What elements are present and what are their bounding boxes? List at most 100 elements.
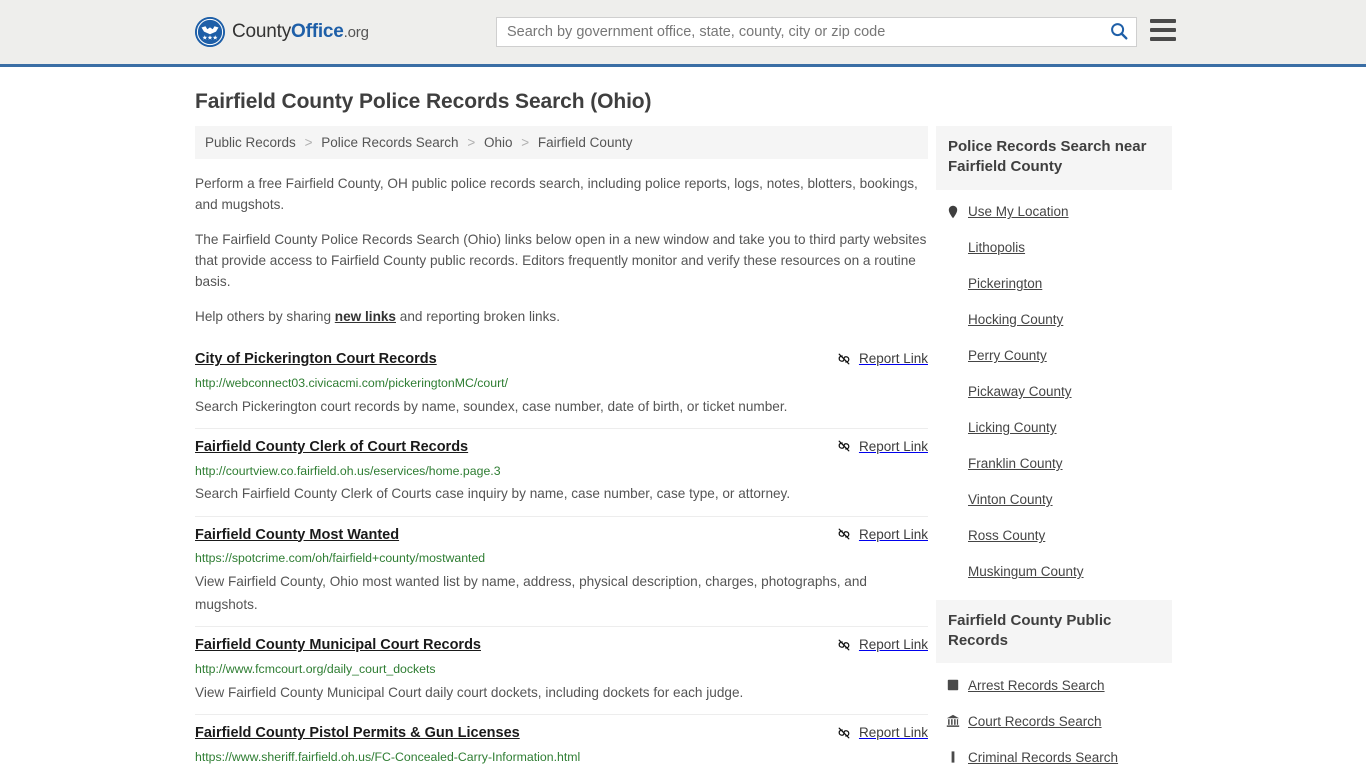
link-item: Fairfield County Clerk of Court Records R… — [195, 429, 928, 517]
breadcrumb-separator: > — [304, 135, 313, 150]
sidebar-nearby-item[interactable]: Franklin County — [946, 446, 1172, 482]
search-bar[interactable] — [496, 17, 1137, 47]
document-icon — [946, 750, 960, 764]
link-item: Fairfield County Pistol Permits & Gun Li… — [195, 715, 928, 768]
sidebar-nearby-item[interactable]: Lithopolis — [946, 230, 1172, 266]
sidebar-nearby-link[interactable]: Franklin County — [968, 456, 1063, 471]
report-link-button[interactable]: Report Link — [837, 635, 928, 652]
hamburger-menu-icon[interactable] — [1150, 19, 1176, 41]
sidebar-nearby-link[interactable]: Licking County — [968, 420, 1057, 435]
intro-p3-after: and reporting broken links. — [396, 309, 560, 325]
link-title[interactable]: Fairfield County Pistol Permits & Gun Li… — [195, 723, 520, 745]
link-item-header: Fairfield County Municipal Court Records… — [195, 635, 928, 657]
sidebar-nearby-list: Use My Location Lithopolis Pickerington Hoc… — [936, 190, 1172, 590]
broken-link-icon — [837, 352, 851, 366]
sidebar-nearby-link[interactable]: Perry County — [968, 348, 1047, 363]
sidebar-public-records-link[interactable]: Arrest Records Search — [968, 678, 1105, 693]
courthouse-icon — [946, 714, 960, 728]
link-url[interactable]: https://spotcrime.com/oh/fairfield+count… — [195, 549, 928, 567]
main-column: Public Records > Police Records Search >… — [195, 126, 928, 768]
hamburger-bar — [1150, 37, 1176, 41]
search-button[interactable] — [1102, 18, 1136, 46]
link-title[interactable]: City of Pickerington Court Records — [195, 349, 437, 371]
intro-paragraph-3: Help others by sharing new links and rep… — [195, 306, 928, 327]
content-columns: Public Records > Police Records Search >… — [195, 126, 1172, 768]
report-link-button[interactable]: Report Link — [837, 437, 928, 454]
report-link-label: Report Link — [858, 637, 928, 653]
search-input[interactable] — [497, 18, 1102, 46]
link-url[interactable]: http://www.fcmcourt.org/daily_court_dock… — [195, 660, 928, 678]
link-item: City of Pickerington Court Records Report… — [195, 341, 928, 429]
link-item-header: Fairfield County Clerk of Court Records R… — [195, 437, 928, 459]
logo-prefix: County — [232, 21, 292, 42]
sidebar-public-records-item[interactable]: Arrest Records Search — [946, 667, 1172, 703]
link-url[interactable]: http://webconnect03.civicacmi.com/picker… — [195, 374, 928, 392]
link-description: View Fairfield County Municipal Court da… — [195, 684, 744, 700]
sidebar-public-records-item[interactable]: Criminal Records Search — [946, 739, 1172, 768]
link-title[interactable]: Fairfield County Clerk of Court Records — [195, 437, 468, 459]
report-link-label: Report Link — [858, 351, 928, 367]
intro-paragraph-1: Perform a free Fairfield County, OH publ… — [195, 176, 918, 213]
sidebar-nearby-link[interactable]: Vinton County — [968, 492, 1053, 507]
search-icon — [1110, 22, 1128, 43]
sidebar-public-records-link[interactable]: Criminal Records Search — [968, 750, 1118, 765]
link-results-list: City of Pickerington Court Records Report… — [195, 341, 928, 768]
link-title[interactable]: Fairfield County Most Wanted — [195, 525, 399, 547]
report-link-label: Report Link — [858, 725, 928, 740]
sidebar: Police Records Search near Fairfield Cou… — [936, 126, 1172, 768]
report-link-button[interactable]: Report Link — [837, 723, 928, 740]
page-body: Fairfield County Police Records Search (… — [0, 90, 1366, 768]
link-description: Search Pickerington court records by nam… — [195, 398, 788, 414]
breadcrumb-separator: > — [467, 135, 476, 150]
breadcrumb-item-police-records-search[interactable]: Police Records Search — [321, 135, 458, 150]
site-header: CountyOffice.org — [0, 0, 1366, 67]
sidebar-nearby-link[interactable]: Pickaway County — [968, 384, 1072, 399]
site-logo[interactable]: CountyOffice.org — [195, 17, 369, 47]
link-item-header: Fairfield County Most Wanted Report Link — [195, 525, 928, 547]
sidebar-public-records-heading: Fairfield County Public Records — [936, 599, 1172, 663]
sidebar-nearby-link[interactable]: Use My Location — [968, 204, 1069, 219]
link-item-header: City of Pickerington Court Records Report… — [195, 349, 928, 371]
link-url[interactable]: https://www.sheriff.fairfield.oh.us/FC-C… — [195, 748, 928, 766]
link-url[interactable]: http://courtview.co.fairfield.oh.us/eser… — [195, 462, 928, 480]
intro-text: Perform a free Fairfield County, OH publ… — [195, 173, 928, 327]
broken-link-icon — [837, 726, 851, 740]
broken-link-icon — [837, 527, 851, 541]
sidebar-nearby-item[interactable]: Pickaway County — [946, 374, 1172, 410]
sidebar-nearby-item[interactable]: Perry County — [946, 338, 1172, 374]
link-item-header: Fairfield County Pistol Permits & Gun Li… — [195, 723, 928, 745]
logo-strong: Office — [291, 21, 344, 42]
link-title[interactable]: Fairfield County Municipal Court Records — [195, 635, 481, 657]
breadcrumb-item-ohio[interactable]: Ohio — [484, 135, 513, 150]
link-description: View Fairfield County, Ohio most wanted … — [195, 573, 867, 613]
sidebar-public-records-list: Arrest Records Search Court Records Searc… — [936, 663, 1172, 768]
link-item: Fairfield County Municipal Court Records… — [195, 627, 928, 715]
sidebar-nearby-item[interactable]: Hocking County — [946, 302, 1172, 338]
hamburger-bar — [1150, 19, 1176, 23]
sidebar-nearby-link[interactable]: Hocking County — [968, 312, 1063, 327]
logo-suffix: .org — [343, 24, 369, 41]
sidebar-public-records-box: Fairfield County Public Records Arrest R… — [936, 599, 1172, 768]
sidebar-nearby-item[interactable]: Use My Location — [946, 194, 1172, 230]
report-link-button[interactable]: Report Link — [837, 349, 928, 366]
report-link-button[interactable]: Report Link — [837, 525, 928, 542]
sidebar-public-records-link[interactable]: Court Records Search — [968, 714, 1102, 729]
sidebar-nearby-item[interactable]: Muskingum County — [946, 554, 1172, 590]
sidebar-nearby-link[interactable]: Ross County — [968, 528, 1045, 543]
book-icon — [946, 678, 960, 692]
sidebar-nearby-link[interactable]: Pickerington — [968, 276, 1042, 291]
sidebar-nearby-box: Police Records Search near Fairfield Cou… — [936, 126, 1172, 590]
sidebar-nearby-item[interactable]: Pickerington — [946, 266, 1172, 302]
sidebar-nearby-item[interactable]: Vinton County — [946, 482, 1172, 518]
sidebar-public-records-item[interactable]: Court Records Search — [946, 703, 1172, 739]
sidebar-nearby-item[interactable]: Ross County — [946, 518, 1172, 554]
map-pin-icon — [946, 205, 960, 219]
sidebar-nearby-link[interactable]: Muskingum County — [968, 564, 1084, 579]
new-links-link[interactable]: new links — [335, 309, 396, 324]
breadcrumb-item-public-records[interactable]: Public Records — [205, 135, 296, 150]
breadcrumb-item-fairfield-county[interactable]: Fairfield County — [538, 135, 633, 150]
sidebar-nearby-link[interactable]: Lithopolis — [968, 240, 1025, 255]
sidebar-nearby-item[interactable]: Licking County — [946, 410, 1172, 446]
breadcrumb-separator: > — [521, 135, 530, 150]
eagle-stars-seal-icon — [195, 17, 225, 47]
